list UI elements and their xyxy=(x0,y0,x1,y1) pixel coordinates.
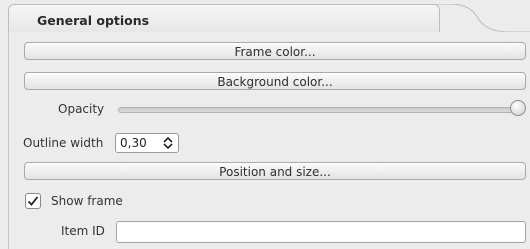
show-frame-checkbox[interactable] xyxy=(25,193,41,209)
background-color-button[interactable]: Background color... xyxy=(24,72,526,90)
checkmark-icon xyxy=(27,196,39,206)
up-down-arrows-icon[interactable] xyxy=(161,135,175,151)
opacity-slider[interactable] xyxy=(118,107,520,113)
opacity-label: Opacity xyxy=(58,102,105,116)
general-options-panel: General options Frame color... Backgroun… xyxy=(0,0,530,249)
item-id-input[interactable] xyxy=(116,221,526,243)
position-and-size-button-label: Position and size... xyxy=(219,165,331,179)
frame-color-button[interactable]: Frame color... xyxy=(24,42,526,60)
show-frame-label: Show frame xyxy=(51,194,123,208)
group-title: General options xyxy=(37,13,150,28)
opacity-slider-handle[interactable] xyxy=(510,100,526,116)
group-header: General options xyxy=(8,4,440,33)
position-and-size-button[interactable]: Position and size... xyxy=(24,162,526,180)
item-id-label: Item ID xyxy=(61,224,105,238)
outline-width-label: Outline width xyxy=(23,136,104,150)
outline-width-value: 0,30 xyxy=(120,136,147,150)
outline-width-spinbox[interactable]: 0,30 xyxy=(115,133,179,153)
header-tab-curve xyxy=(430,4,530,32)
frame-color-button-label: Frame color... xyxy=(234,45,316,59)
background-color-button-label: Background color... xyxy=(217,75,333,89)
